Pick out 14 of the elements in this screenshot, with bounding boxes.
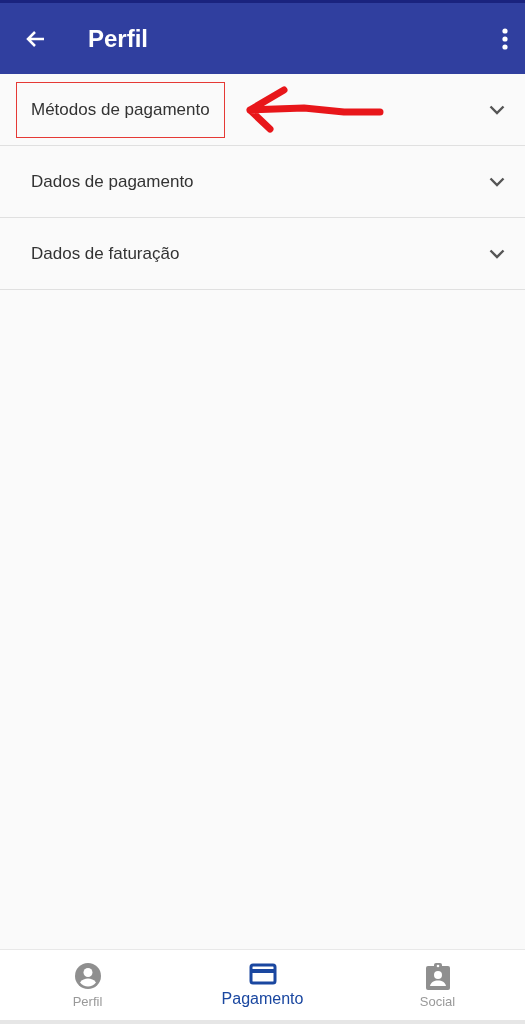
accordion-row[interactable]: Métodos de pagamento — [0, 74, 525, 146]
chevron-down-icon[interactable] — [489, 248, 505, 259]
accordion-row[interactable]: Dados de pagamento — [0, 146, 525, 218]
section-title: Dados de pagamento — [30, 170, 195, 193]
chevron-down-icon[interactable] — [489, 104, 505, 115]
person-icon — [73, 961, 102, 990]
highlighted-section-title: Métodos de pagamento — [16, 81, 225, 138]
section-title: Dados de faturação — [30, 242, 181, 265]
chevron-down-icon[interactable] — [489, 176, 505, 187]
id-badge-icon — [424, 961, 451, 990]
accordion-row[interactable]: Dados de faturação — [0, 218, 525, 290]
credit-card-icon — [248, 962, 277, 986]
nav-tab[interactable]: Pagamento — [175, 950, 350, 1020]
screen-title: Perfil — [88, 24, 150, 53]
